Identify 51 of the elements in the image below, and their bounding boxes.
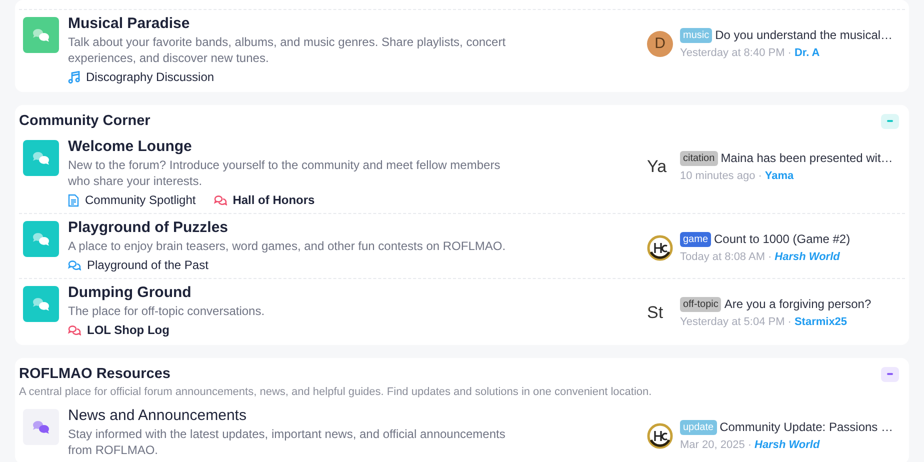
thread-title[interactable]: Are you a forgiving person? — [724, 295, 872, 313]
section-description: A central place for official forum announcements, news, and helpful guides. Find updates and solutions in one convenient location. — [19, 385, 653, 400]
prefix-tag[interactable]: game — [680, 232, 712, 246]
avatar-ring-icon[interactable] — [647, 234, 673, 261]
subforum-link[interactable]: Community Spotlight — [85, 192, 196, 208]
prefix-tag[interactable]: citation — [680, 150, 718, 166]
chat-bubbles-icon — [31, 27, 51, 43]
thread-title[interactable]: Maina has been presented wit… — [720, 149, 893, 167]
forum-description: A place to enjoy brain teasers, word games, and other fun contests on ROFLMAO. — [68, 238, 507, 254]
separator-dot: · — [788, 315, 792, 330]
subforum-link[interactable]: Hall of Honors — [232, 192, 315, 208]
post-time: 10 minutes ago — [680, 169, 756, 184]
document-icon — [68, 194, 79, 206]
subforum-link[interactable]: Playground of the Past — [87, 257, 208, 273]
chat-bubbles-icon — [68, 260, 81, 270]
separator-dot: · — [748, 438, 752, 453]
forum-title[interactable]: Playground of Puzzles — [68, 218, 513, 238]
forum-title[interactable]: Dumping Ground — [68, 283, 513, 303]
user-avatar[interactable]: D — [647, 30, 673, 57]
forum-description: The place for off-topic conversations. — [68, 303, 266, 319]
thread-title[interactable]: Do you understand the musical… — [715, 26, 893, 44]
chat-bubbles-icon — [31, 150, 51, 166]
avatar-ring-icon[interactable] — [647, 422, 673, 449]
forum-description: New to the forum? Introduce yourself to the community and meet fellow members who share your interests. — [68, 157, 502, 189]
post-time: Today at 8:08 AM — [680, 250, 765, 265]
forum-title[interactable]: News and Announcements — [68, 406, 513, 426]
post-time: Yesterday at 5:04 PM — [680, 315, 785, 330]
subforum-link[interactable]: LOL Shop Log — [87, 322, 170, 338]
post-time: Mar 20, 2025 — [680, 438, 745, 453]
avatar-alt-text: Ya — [647, 158, 667, 176]
chat-bubbles-icon — [31, 296, 51, 312]
forum-title[interactable]: Musical Paradise — [68, 14, 513, 34]
thread-title[interactable]: Count to 1000 (Game #2) — [714, 230, 850, 248]
separator-dot: · — [758, 169, 762, 184]
post-time: Yesterday at 8:40 PM — [680, 46, 785, 61]
chat-bubbles-icon — [214, 194, 227, 206]
prefix-tag[interactable]: off-topic — [680, 296, 722, 312]
forum-title[interactable]: Welcome Lounge — [68, 137, 513, 157]
music-note-icon — [68, 70, 80, 84]
avatar-alt-text: St — [647, 304, 664, 322]
collapse-button[interactable] — [881, 366, 899, 382]
separator-dot: · — [768, 250, 772, 265]
forum-description: Stay informed with the latest updates, important news, and official announcements from ROFLMAO. — [68, 426, 506, 458]
separator-dot: · — [788, 46, 792, 61]
section-title: ROFLMAO Resources — [19, 365, 170, 384]
subforum-link[interactable]: Discography Discussion — [86, 69, 214, 85]
forum-description: Talk about your favorite bands, albums, and music genres. Share playlists, concert experiences, and discover new tunes. — [68, 34, 507, 66]
thread-title[interactable]: Community Update: Passions … — [720, 418, 893, 436]
chat-bubbles-icon — [31, 231, 51, 247]
chat-bubbles-icon — [68, 324, 81, 336]
section-title: Community Corner — [19, 112, 150, 131]
